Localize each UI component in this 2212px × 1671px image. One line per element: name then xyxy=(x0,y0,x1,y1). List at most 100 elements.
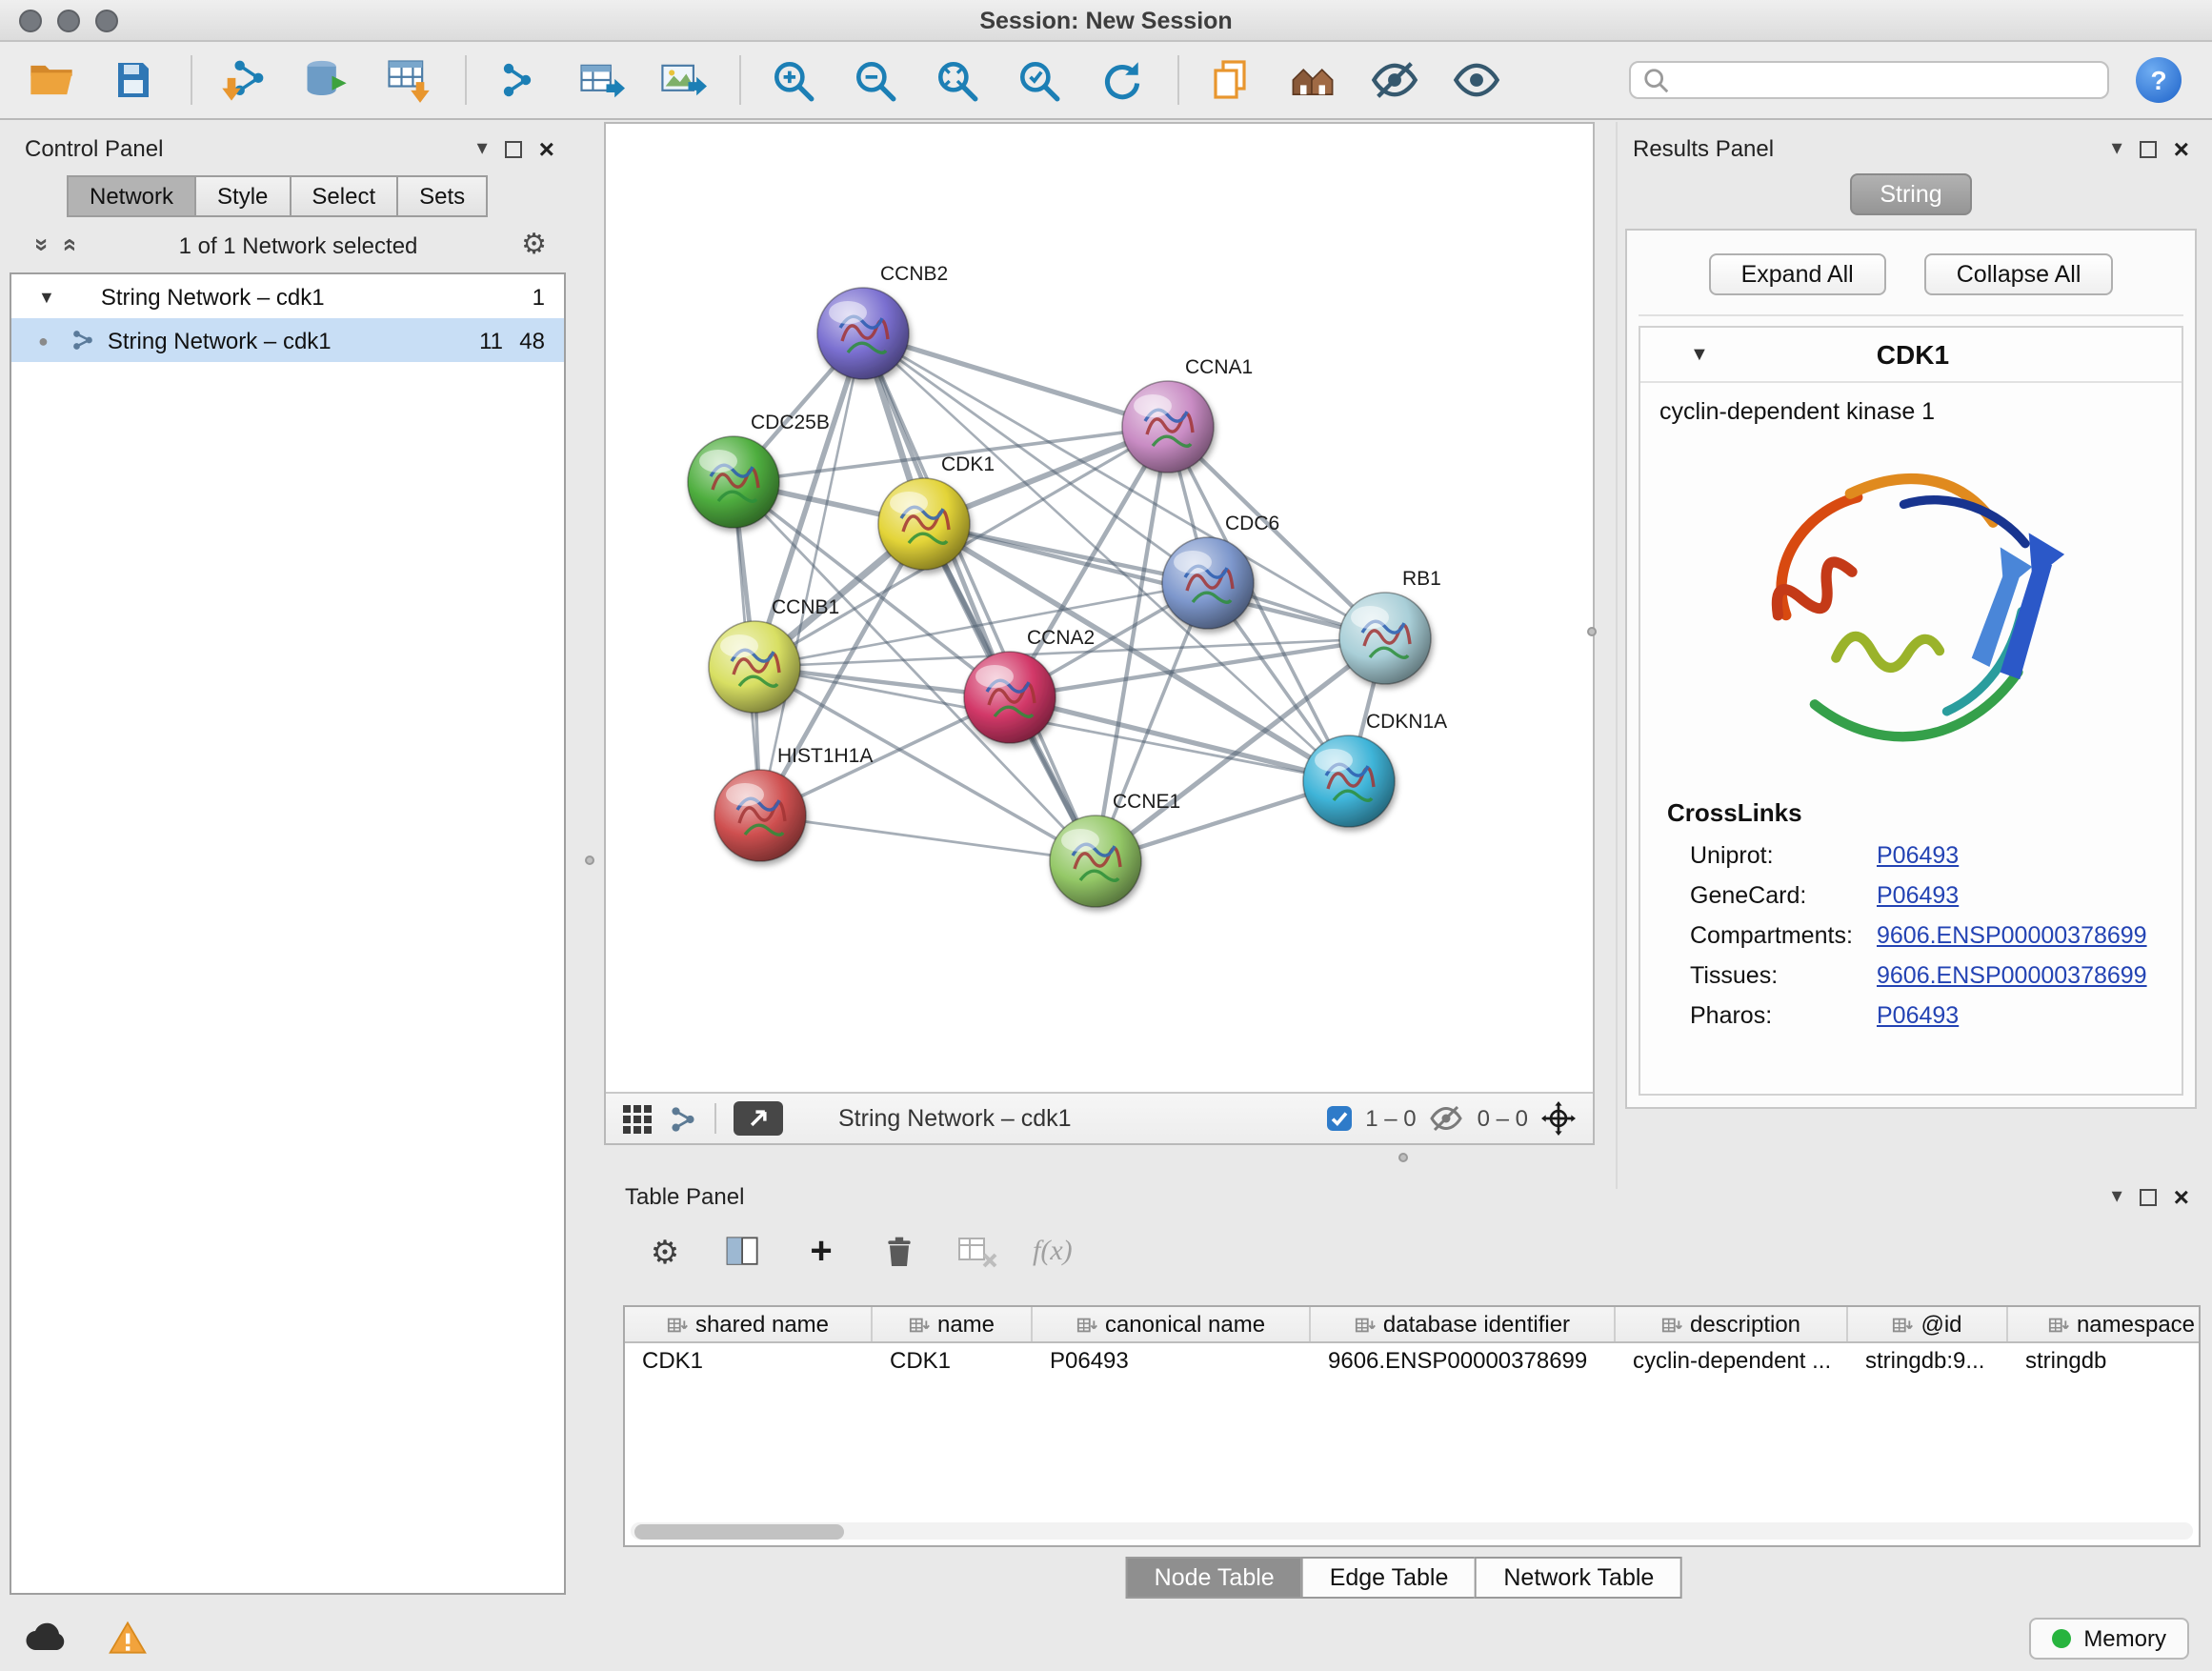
splitter-handle[interactable] xyxy=(1398,1153,1408,1162)
zoom-window-button[interactable] xyxy=(95,10,118,32)
network-node-CCNB2[interactable]: CCNB2 xyxy=(817,263,948,379)
crosslink-label: Tissues: xyxy=(1690,961,1877,988)
export-network-view-button[interactable] xyxy=(734,1101,783,1136)
network-edge[interactable] xyxy=(863,333,1168,427)
zoom-selected-button[interactable] xyxy=(1010,51,1067,109)
column-header-name[interactable]: name xyxy=(873,1307,1033,1341)
scrollbar-thumb[interactable] xyxy=(634,1523,844,1539)
network-overview-button[interactable] xyxy=(669,1104,697,1133)
network-collection-row[interactable]: ▼ String Network – cdk1 1 xyxy=(11,274,564,318)
column-header-description[interactable]: description xyxy=(1616,1307,1848,1341)
birdseye-view-button[interactable] xyxy=(623,1104,652,1133)
splitter-handle[interactable] xyxy=(1587,627,1597,636)
column-header-shared-name[interactable]: shared name xyxy=(625,1307,873,1341)
memory-button[interactable]: Memory xyxy=(2028,1617,2189,1659)
new-network-from-selection-button[interactable] xyxy=(490,51,547,109)
network-node-CDC25B[interactable]: CDC25B xyxy=(688,412,830,528)
minimize-window-button[interactable] xyxy=(57,10,80,32)
network-node-CDK1[interactable]: CDK1 xyxy=(878,453,995,570)
apply-function-button[interactable]: f(x) xyxy=(1033,1229,1073,1275)
hide-selected-button[interactable] xyxy=(1366,51,1423,109)
collapse-panel-icon[interactable]: ▾ xyxy=(2112,1186,2122,1207)
float-panel-icon[interactable] xyxy=(2140,140,2157,157)
network-edge[interactable] xyxy=(863,333,1096,861)
close-panel-icon[interactable]: × xyxy=(2174,135,2189,162)
import-table-button[interactable] xyxy=(379,51,436,109)
protein-disclosure-icon[interactable]: ▼ xyxy=(1690,344,1709,365)
column-header-database-identifier[interactable]: database identifier xyxy=(1311,1307,1616,1341)
table-tab-node-table[interactable]: Node Table xyxy=(1126,1557,1301,1599)
crosslink-row: Pharos:P06493 xyxy=(1640,995,2182,1035)
close-window-button[interactable] xyxy=(19,10,42,32)
crosslink-row: Tissues:9606.ENSP00000378699 xyxy=(1640,955,2182,995)
column-header--id[interactable]: @id xyxy=(1848,1307,2008,1341)
hidden-eye-slash-icon xyxy=(1430,1101,1464,1136)
control-panel-tab-style[interactable]: Style xyxy=(194,175,289,217)
network-node-CCNA1[interactable]: CCNA1 xyxy=(1122,356,1253,473)
crosslink-row: Uniprot:P06493 xyxy=(1640,835,2182,875)
table-tab-network-table[interactable]: Network Table xyxy=(1475,1557,1682,1599)
create-column-button[interactable]: + xyxy=(798,1229,844,1275)
crosslink-link[interactable]: P06493 xyxy=(1877,841,1959,868)
results-tab-string[interactable]: String xyxy=(1849,173,1972,215)
selected-checkbox-icon[interactable] xyxy=(1325,1105,1352,1132)
open-session-button[interactable] xyxy=(23,51,80,109)
network-edge[interactable] xyxy=(924,524,1385,638)
export-image-button[interactable] xyxy=(654,51,711,109)
cytoscape-window: Session: New Session ? Control Panel xyxy=(0,0,2212,1671)
zoom-fit-button[interactable] xyxy=(928,51,985,109)
horizontal-scrollbar[interactable] xyxy=(631,1522,2193,1540)
apply-layout-button[interactable] xyxy=(1092,51,1149,109)
show-columns-button[interactable] xyxy=(720,1229,766,1275)
close-panel-icon[interactable]: × xyxy=(2174,1183,2189,1210)
control-panel-tab-sets[interactable]: Sets xyxy=(396,175,488,217)
crosslink-link[interactable]: 9606.ENSP00000378699 xyxy=(1877,921,2147,948)
network-node-CDKN1A[interactable]: CDKN1A xyxy=(1303,711,1447,827)
column-header-namespace[interactable]: namespace xyxy=(2008,1307,2201,1341)
network-edge[interactable] xyxy=(760,815,1096,861)
crosslink-link[interactable]: P06493 xyxy=(1877,1001,1959,1028)
first-neighbors-button[interactable] xyxy=(1284,51,1341,109)
float-panel-icon[interactable] xyxy=(2140,1188,2157,1205)
control-panel-tab-select[interactable]: Select xyxy=(289,175,396,217)
save-session-button[interactable] xyxy=(105,51,162,109)
delete-column-button[interactable] xyxy=(876,1229,922,1275)
zoom-out-button[interactable] xyxy=(846,51,903,109)
collapse-all-networks-icon[interactable]: » xyxy=(54,238,83,252)
export-table-button[interactable] xyxy=(572,51,629,109)
collapse-all-button[interactable]: Collapse All xyxy=(1924,253,2114,295)
float-panel-icon[interactable] xyxy=(505,140,522,157)
warnings-button[interactable] xyxy=(107,1617,149,1659)
delete-table-button[interactable] xyxy=(955,1229,1000,1275)
fit-content-crosshair-icon[interactable] xyxy=(1541,1101,1576,1136)
collapse-panel-icon[interactable]: ▾ xyxy=(2112,138,2122,159)
zoom-in-button[interactable] xyxy=(764,51,821,109)
cloud-status-button[interactable] xyxy=(23,1615,69,1661)
column-header-canonical-name[interactable]: canonical name xyxy=(1033,1307,1311,1341)
network-row[interactable]: ● String Network – cdk1 11 48 xyxy=(11,318,564,362)
table-settings-button[interactable]: ⚙ xyxy=(642,1229,688,1275)
splitter-handle[interactable] xyxy=(585,856,594,865)
table-tab-edge-table[interactable]: Edge Table xyxy=(1301,1557,1476,1599)
collapse-panel-icon[interactable]: ▾ xyxy=(477,138,488,159)
network-node-RB1[interactable]: RB1 xyxy=(1339,568,1441,684)
network-edge[interactable] xyxy=(760,333,863,815)
search-box[interactable] xyxy=(1629,61,2109,99)
search-input[interactable] xyxy=(1680,69,2096,91)
help-button[interactable]: ? xyxy=(2136,57,2182,103)
duplicate-network-button[interactable] xyxy=(1202,51,1259,109)
expand-all-button[interactable]: Expand All xyxy=(1709,253,1886,295)
import-network-file-button[interactable] xyxy=(215,51,272,109)
network-graph[interactable]: CCNB2CCNA1CDC25BCDK1CDC6RB1CCNB1CCNA2CDK… xyxy=(606,124,1593,1092)
crosslink-link[interactable]: P06493 xyxy=(1877,881,1959,908)
crosslink-link[interactable]: 9606.ENSP00000378699 xyxy=(1877,961,2147,988)
collection-disclosure-icon[interactable]: ▼ xyxy=(38,287,55,306)
close-panel-icon[interactable]: × xyxy=(539,135,554,162)
control-panel-tab-network[interactable]: Network xyxy=(67,175,194,217)
network-options-gear-icon[interactable]: ⚙ xyxy=(521,231,547,259)
import-network-database-button[interactable] xyxy=(297,51,354,109)
network-node-HIST1H1A[interactable]: HIST1H1A xyxy=(714,745,873,861)
show-all-button[interactable] xyxy=(1448,51,1505,109)
node-label: CDKN1A xyxy=(1366,711,1447,733)
table-row[interactable]: CDK1CDK1P064939606.ENSP00000378699cyclin… xyxy=(625,1343,2199,1379)
